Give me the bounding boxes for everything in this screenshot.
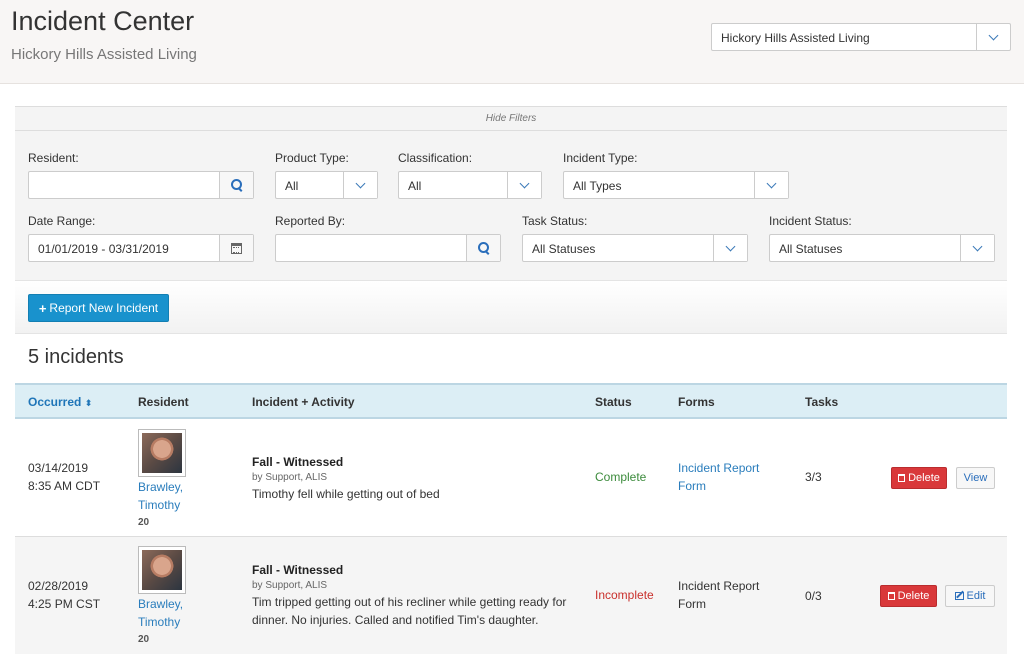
resident-link-first[interactable]: Timothy <box>138 496 183 514</box>
occurred-time: 8:35 AM CDT <box>28 479 101 493</box>
action-bar: + Report New Incident <box>15 280 1007 334</box>
form-name-cont: Form <box>678 597 706 611</box>
occurred-date: 03/14/2019 <box>28 461 89 475</box>
product-type-label: Product Type: <box>275 151 349 165</box>
resident-room: 20 <box>138 517 150 528</box>
resident-link[interactable]: Brawley, <box>138 595 183 613</box>
task-status-toggle[interactable] <box>713 235 747 261</box>
table-row: 03/14/2019 8:35 AM CDT Brawley, Timothy … <box>15 421 1007 537</box>
tasks-count: 0/3 <box>805 589 822 603</box>
search-icon <box>230 179 243 191</box>
incident-type-toggle[interactable] <box>754 172 788 198</box>
task-status-select[interactable]: All Statuses <box>522 234 748 262</box>
incident-title: Fall - Witnessed <box>252 563 344 577</box>
incident-type-select[interactable]: All Types <box>563 171 789 199</box>
classification-label: Classification: <box>398 151 473 165</box>
date-range-label: Date Range: <box>28 214 96 228</box>
facility-select-value: Hickory Hills Assisted Living <box>721 31 870 45</box>
resident-link[interactable]: Brawley, <box>138 478 183 496</box>
task-status-label: Task Status: <box>522 214 588 228</box>
occurred-time: 4:25 PM CST <box>28 597 101 611</box>
column-occurred[interactable]: Occurred ⬍ <box>28 395 92 409</box>
delete-button[interactable]: Delete <box>880 585 937 607</box>
incident-description-cont: dinner. No injuries. Called and notified… <box>252 613 539 627</box>
hide-filters-toggle[interactable]: Hide Filters <box>15 107 1007 131</box>
facility-select[interactable]: Hickory Hills Assisted Living <box>711 23 1011 51</box>
page-header: Incident Center Hickory Hills Assisted L… <box>0 0 1024 84</box>
form-link-cont[interactable]: Form <box>678 477 759 495</box>
product-type-toggle[interactable] <box>343 172 377 198</box>
trash-icon <box>898 474 906 482</box>
classification-select[interactable]: All <box>398 171 542 199</box>
occurred-date: 02/28/2019 <box>28 579 89 593</box>
calendar-icon <box>231 242 242 254</box>
avatar[interactable] <box>138 546 186 594</box>
resident-search-button[interactable] <box>219 172 253 198</box>
delete-button[interactable]: Delete <box>891 467 947 489</box>
incident-status-toggle[interactable] <box>960 235 994 261</box>
sort-icon: ⬍ <box>84 398 93 408</box>
incident-title: Fall - Witnessed <box>252 455 344 469</box>
page-title: Incident Center <box>11 6 195 36</box>
plus-icon: + <box>38 300 47 316</box>
edit-button[interactable]: Edit <box>945 585 995 607</box>
incident-description: Timothy fell while getting out of bed <box>252 487 440 501</box>
trash-icon <box>887 592 895 600</box>
form-link[interactable]: Incident Report <box>678 459 759 477</box>
column-resident: Resident <box>138 395 189 409</box>
column-status: Status <box>595 395 632 409</box>
column-forms: Forms <box>678 395 715 409</box>
status-badge: Incomplete <box>595 588 654 602</box>
incident-description: Tim tripped getting out of his recliner … <box>252 595 567 609</box>
avatar[interactable] <box>138 429 186 477</box>
report-new-incident-label: Report New Incident <box>49 301 159 315</box>
page-subtitle: Hickory Hills Assisted Living <box>11 46 197 63</box>
edit-icon <box>954 592 964 600</box>
resident-link-first[interactable]: Timothy <box>138 613 183 631</box>
chevron-down-icon <box>972 241 983 251</box>
incident-count: 5 incidents <box>28 346 124 368</box>
date-range-input[interactable]: 01/01/2019 - 03/31/2019 <box>28 234 254 262</box>
chevron-down-icon <box>519 178 530 188</box>
classification-toggle[interactable] <box>507 172 541 198</box>
product-type-select[interactable]: All <box>275 171 378 199</box>
resident-filter-label: Resident: <box>28 151 79 165</box>
date-range-picker-button[interactable] <box>219 235 253 261</box>
reported-by-input[interactable] <box>275 234 501 262</box>
report-new-incident-button[interactable]: + Report New Incident <box>28 294 169 322</box>
table-header: Occurred ⬍ Resident Incident + Activity … <box>15 383 1007 419</box>
chevron-down-icon <box>725 241 736 251</box>
search-icon <box>477 242 490 254</box>
incident-status-select[interactable]: All Statuses <box>769 234 995 262</box>
incident-author: by Support, ALIS <box>252 580 328 591</box>
incident-author: by Support, ALIS <box>252 472 328 483</box>
reported-by-label: Reported By: <box>275 214 346 228</box>
incident-type-label: Incident Type: <box>563 151 638 165</box>
tasks-count: 3/3 <box>805 470 822 484</box>
chevron-down-icon <box>988 30 999 40</box>
form-name: Incident Report <box>678 579 760 593</box>
resident-filter-input[interactable] <box>28 171 254 199</box>
reported-by-search-button[interactable] <box>466 235 500 261</box>
chevron-down-icon <box>355 178 366 188</box>
resident-room: 20 <box>138 634 150 645</box>
table-row: 02/28/2019 4:25 PM CST Brawley, Timothy … <box>15 537 1007 654</box>
incident-status-label: Incident Status: <box>769 214 852 228</box>
column-tasks: Tasks <box>805 395 839 409</box>
column-incident: Incident + Activity <box>252 395 355 409</box>
status-badge: Complete <box>595 470 647 484</box>
view-button[interactable]: View <box>956 467 995 489</box>
chevron-down-icon <box>766 178 777 188</box>
filters-panel: Hide Filters Resident: Product Type: All… <box>15 106 1007 280</box>
facility-select-toggle[interactable] <box>976 24 1010 50</box>
